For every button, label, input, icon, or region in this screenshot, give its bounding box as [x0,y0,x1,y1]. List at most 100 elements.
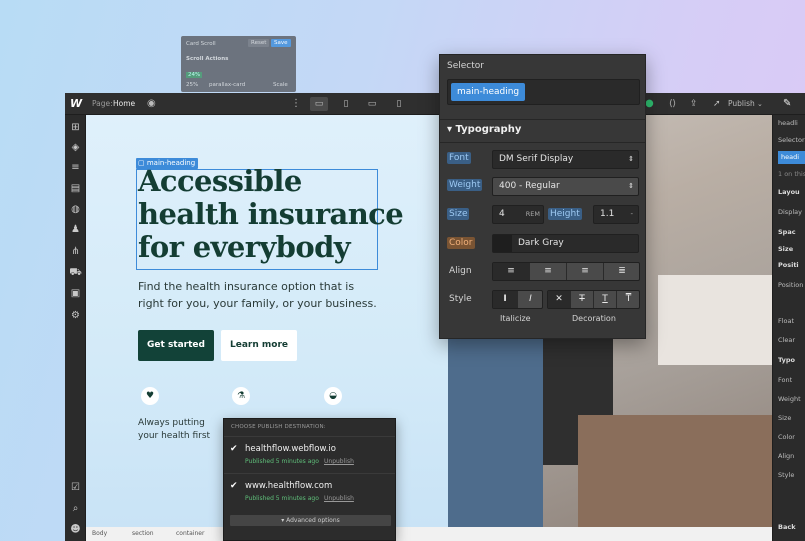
position-section[interactable]: Positi [778,261,799,269]
code-icon[interactable]: ⟨⟩ [669,93,676,115]
design-canvas[interactable]: ▢ main-heading Accessible health insuran… [86,115,772,527]
box-icon[interactable]: ◈ [69,141,82,154]
brush-icon[interactable]: ✎ [783,93,791,115]
ecommerce-icon[interactable]: ⛟ [69,266,82,279]
selector-label: Selector [778,136,805,144]
breadcrumb-item[interactable]: Body [92,530,107,537]
selector-tag[interactable]: headi [778,151,805,164]
layout-section[interactable]: Layou [778,188,800,196]
size-unit[interactable]: REM [526,206,540,223]
publish-destination[interactable]: ✔ www.healthflow.com Published 5 minutes… [224,473,395,510]
display-label: Display [778,208,802,216]
unpublish-link[interactable]: Unpublish [324,495,354,502]
align-left-icon[interactable]: ≡ [493,263,530,280]
font-select[interactable]: DM Serif Display ⇕ [492,150,639,169]
reset-button[interactable]: Reset [248,39,270,47]
publish-button[interactable]: Publish [728,93,755,115]
backgrounds-section[interactable]: Back [778,523,796,531]
divider [440,119,645,120]
feature-text: Always putting your health first [138,417,210,443]
mobile-icon[interactable]: ▯ [390,97,408,111]
landscape-icon[interactable]: ▭ [363,97,381,111]
height-unit[interactable]: - [630,206,633,223]
italicize-caption: Italicize [500,314,531,323]
chevron-down-icon[interactable]: ⌄ [757,93,763,115]
heading-line: for everybody [138,230,351,264]
size-section[interactable]: Size [778,245,793,253]
decoration-group: ✕ T T T [547,290,640,309]
users-icon[interactable]: ♟ [69,223,82,236]
style-label: Style [449,294,472,304]
height-value: 1.1 [600,209,615,219]
element-name: headli [778,119,798,127]
logic-icon[interactable]: ⋔ [69,245,82,258]
webflow-logo[interactable]: W [70,93,82,115]
assets-icon[interactable]: ▣ [69,287,82,300]
page-name[interactable]: Home [113,93,135,115]
scroll-actions-label: Scroll Actions [186,56,229,62]
search-icon[interactable]: ⌕ [69,502,82,515]
weight-select[interactable]: 400 - Regular ⇕ [492,177,639,196]
checklist-icon[interactable]: ☑ [69,481,82,494]
tablet-icon[interactable]: ▯ [337,97,355,111]
pages-icon[interactable]: ▤ [69,182,82,195]
settings-icon[interactable]: ⚙ [69,309,82,322]
height-label: Height [548,208,582,220]
selector-chip[interactable]: main-heading [451,83,526,101]
check-icon[interactable]: ✔ [230,444,238,454]
size-value: 4 [499,209,505,219]
navigator-icon[interactable]: ≡ [69,161,82,174]
destination-domain: www.healthflow.com [245,481,333,491]
more-icon[interactable]: ⋮ [291,93,301,115]
clear-label: Clear [778,336,795,344]
size-input[interactable]: 4 REM [492,205,544,224]
typography-section-title[interactable]: ▾ Typography [447,124,521,135]
feature-line: Always putting [138,418,205,428]
divider [440,142,645,143]
color-value: Dark Gray [518,238,564,248]
weight-label: Weight [778,395,801,403]
get-started-button[interactable]: Get started [138,330,214,361]
typography-section[interactable]: Typo [778,356,795,364]
export-icon[interactable]: ⇪ [690,93,698,115]
learn-more-button[interactable]: Learn more [221,330,297,361]
italic-icon[interactable]: I [518,291,543,308]
underline-icon[interactable]: T [594,291,617,308]
cms-icon[interactable]: ◍ [69,203,82,216]
color-picker[interactable]: Dark Gray [492,234,639,253]
color-swatch[interactable] [493,235,512,252]
floor-shape [578,415,772,527]
font-label: Font [447,152,471,164]
normal-style-icon[interactable]: I [493,291,518,308]
unpublish-link[interactable]: Unpublish [324,458,354,465]
check-icon[interactable]: ✔ [230,481,238,491]
heading-line: Accessible [138,164,302,198]
eye-icon[interactable]: ◉ [147,93,156,115]
hero-heading[interactable]: Accessible health insurance for everybod… [138,164,404,264]
spacing-section[interactable]: Spac [778,228,796,236]
align-right-icon[interactable]: ≡ [567,263,604,280]
advanced-options-button[interactable]: ▾ Advanced options [230,515,391,526]
parallax-item[interactable]: parallax-card [209,82,245,88]
strikethrough-icon[interactable]: T [571,291,594,308]
publish-icon: ➚ [713,99,721,109]
overline-icon[interactable]: T [617,291,640,308]
desktop-icon[interactable]: ▭ [310,97,328,111]
breadcrumb-item[interactable]: container [176,530,204,537]
add-icon[interactable]: ⊞ [69,121,82,134]
size-label: Size [447,208,470,220]
height-input[interactable]: 1.1 - [593,205,639,224]
heading-line: health insurance [138,197,404,231]
font-value: DM Serif Display [499,154,574,164]
collab-icon[interactable]: ☻ [69,523,82,536]
selector-field[interactable]: main-heading [447,79,640,105]
align-justify-icon[interactable]: ≣ [604,263,640,280]
selector-title: Selector [447,61,484,71]
breadcrumb-item[interactable]: section [132,530,154,537]
no-decoration-icon[interactable]: ✕ [548,291,571,308]
updown-icon: ⇕ [628,155,634,163]
align-center-icon[interactable]: ≡ [530,263,567,280]
publish-destination[interactable]: ✔ healthflow.webflow.io Published 5 minu… [224,436,395,473]
save-button[interactable]: Save [271,39,291,47]
bowl-icon: ◒ [324,387,342,405]
